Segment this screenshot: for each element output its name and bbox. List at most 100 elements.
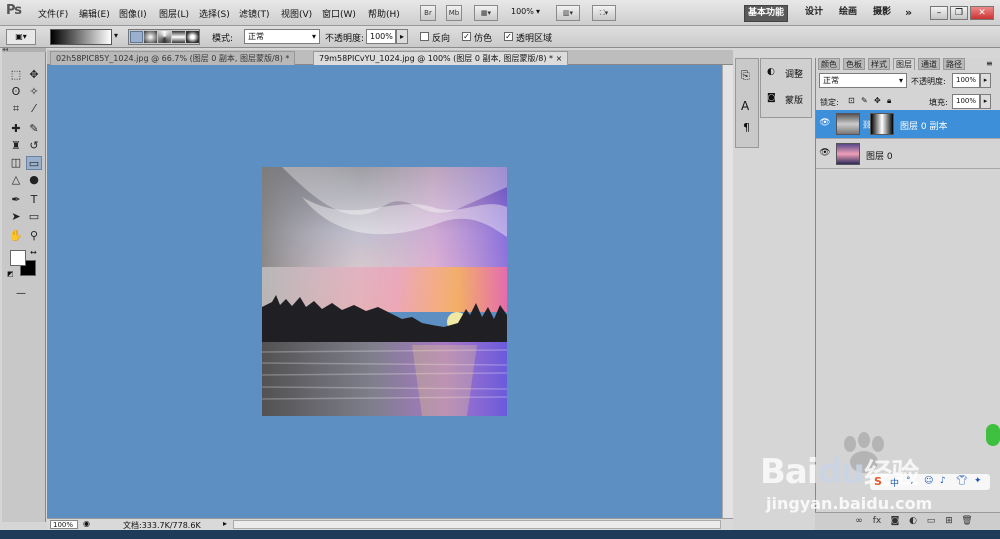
zoom-tool-icon[interactable]: ⚲ — [26, 229, 42, 243]
layer-mask-thumbnail[interactable] — [870, 113, 894, 135]
ime-emoji-icon[interactable]: ☺ — [924, 476, 933, 486]
eraser-tool-icon[interactable]: ◫ — [8, 156, 24, 170]
workspace-more-button[interactable]: » — [902, 5, 915, 22]
menu-help[interactable]: 帮助(H) — [368, 7, 400, 20]
masks-label[interactable]: 蒙版 — [785, 93, 803, 106]
tab-channels[interactable]: 通道 — [918, 58, 940, 70]
horizontal-scrollbar[interactable] — [233, 520, 721, 529]
visibility-eye-icon[interactable]: 👁︎ — [819, 118, 831, 130]
menu-file[interactable]: 文件(F) — [38, 7, 68, 20]
swap-colors-icon[interactable]: ↔ — [30, 248, 37, 257]
reflected-gradient-button[interactable] — [172, 31, 185, 43]
character-panel-icon[interactable]: A — [741, 99, 749, 113]
document-tab-1[interactable]: 02h58PIC85Y_1024.jpg @ 66.7% (图层 0 副本, 图… — [50, 51, 296, 65]
quick-select-tool-icon[interactable]: ✧ — [26, 85, 42, 99]
tool-preset-picker[interactable]: ▣▾ — [6, 29, 36, 45]
vertical-scrollbar[interactable] — [722, 65, 733, 518]
minimize-button[interactable]: – — [930, 6, 948, 20]
ime-voice-icon[interactable]: ♪ — [940, 476, 946, 486]
ime-mode-icon[interactable]: 中 — [890, 476, 899, 489]
radial-gradient-button[interactable] — [144, 31, 157, 43]
hand-tool-icon[interactable]: ✋ — [8, 229, 24, 243]
tab-styles[interactable]: 样式 — [868, 58, 890, 70]
clone-stamp-tool-icon[interactable]: ♜ — [8, 139, 24, 153]
pen-tool-icon[interactable]: ✒ — [8, 193, 24, 207]
zoom-level-input[interactable]: 100% — [50, 520, 78, 529]
reverse-checkbox[interactable] — [420, 32, 429, 41]
visibility-eye-icon[interactable]: 👁︎ — [819, 148, 831, 160]
zoom-chevron-icon[interactable]: ▾ — [536, 7, 540, 16]
move-tool-icon[interactable]: ✥ — [26, 68, 42, 82]
default-colors-icon[interactable]: ◩ — [7, 270, 14, 278]
ime-settings-icon[interactable]: ✦ — [974, 476, 982, 486]
linear-gradient-button[interactable] — [130, 31, 143, 43]
panel-menu-icon[interactable]: ≡ — [986, 59, 993, 68]
eyedropper-tool-icon[interactable]: ⁄ — [26, 102, 42, 116]
mode-select[interactable]: 正常 ▾ — [244, 29, 320, 44]
gradient-tool-icon[interactable]: ▭ — [26, 156, 42, 170]
side-badge[interactable] — [986, 424, 1000, 446]
blend-mode-select[interactable]: 正常 ▾ — [819, 73, 907, 88]
lock-position-icon[interactable]: ✥ — [874, 96, 881, 105]
paragraph-panel-icon[interactable]: ¶ — [743, 121, 750, 134]
crop-tool-icon[interactable]: ⌗ — [8, 102, 24, 116]
lock-transparent-icon[interactable]: ⊡ — [848, 96, 855, 105]
dither-checkbox[interactable]: ✓ — [462, 32, 471, 41]
shape-tool-icon[interactable]: ▭ — [26, 210, 42, 224]
arrange-documents-dropdown[interactable]: ▥▾ — [556, 5, 580, 21]
ime-logo-icon[interactable]: S — [874, 475, 882, 488]
tab-layers[interactable]: 图层 — [893, 58, 915, 70]
lock-all-icon[interactable]: 🔒︎ — [887, 96, 891, 106]
document-tab-2[interactable]: 79m58PICvYU_1024.jpg @ 100% (图层 0 副本, 图层… — [313, 51, 569, 65]
history-panel-icon[interactable]: ⎘ — [741, 69, 750, 83]
lasso-tool-icon[interactable]: ʘ — [8, 85, 24, 99]
diamond-gradient-button[interactable] — [186, 31, 199, 43]
status-menu-arrow-icon[interactable]: ▸ — [223, 519, 227, 528]
angle-gradient-button[interactable] — [158, 31, 171, 43]
menu-edit[interactable]: 编辑(E) — [79, 7, 110, 20]
history-brush-tool-icon[interactable]: ↺ — [26, 139, 42, 153]
zoom-dropdown[interactable]: 100% — [511, 7, 534, 16]
workspace-design-button[interactable]: 设计 — [802, 5, 826, 22]
tab-paths[interactable]: 路径 — [943, 58, 965, 70]
mini-bridge-button[interactable]: Mb — [446, 5, 462, 21]
workspace-photography-button[interactable]: 摄影 — [870, 5, 894, 22]
close-button[interactable]: ✕ — [970, 6, 994, 20]
fill-arrow-icon[interactable]: ▸ — [980, 94, 991, 109]
transparency-checkbox[interactable]: ✓ — [504, 32, 513, 41]
marquee-tool-icon[interactable]: ⬚ — [8, 68, 24, 82]
adjustments-label[interactable]: 调整 — [785, 67, 803, 80]
type-tool-icon[interactable]: T — [26, 193, 42, 207]
tab-swatches[interactable]: 色板 — [843, 58, 865, 70]
path-select-tool-icon[interactable]: ➤ — [8, 210, 24, 224]
tab-color[interactable]: 颜色 — [818, 58, 840, 70]
gradient-editor-swatch[interactable] — [50, 29, 112, 45]
layer-row[interactable]: 👁︎ 图层 0 — [816, 140, 1000, 169]
workspace-painting-button[interactable]: 绘画 — [836, 5, 860, 22]
ime-skin-icon[interactable]: 👕︎ — [956, 476, 967, 486]
layer-opacity-input[interactable]: 100% — [952, 73, 980, 88]
menu-select[interactable]: 选择(S) — [199, 7, 230, 20]
view-extras-dropdown[interactable]: ▦▾ — [474, 5, 498, 21]
menu-layer[interactable]: 图层(L) — [159, 7, 189, 20]
opacity-arrow-icon[interactable]: ▸ — [396, 29, 408, 44]
foreground-color-swatch[interactable] — [10, 250, 26, 266]
lock-image-icon[interactable]: ✎ — [861, 96, 868, 105]
masks-icon[interactable]: ◙ — [767, 93, 776, 103]
blur-tool-icon[interactable]: △ — [8, 173, 24, 187]
layer-row[interactable]: 👁︎ ⛓ 图层 0 副本 — [816, 110, 1000, 139]
healing-brush-tool-icon[interactable]: ✚ — [8, 122, 24, 136]
workspace-basic-button[interactable]: 基本功能 — [744, 5, 789, 22]
adjustments-icon[interactable]: ◐ — [767, 67, 775, 77]
menu-image[interactable]: 图像(I) — [119, 7, 147, 20]
opacity-input[interactable]: 100% — [366, 29, 396, 44]
dodge-tool-icon[interactable]: ● — [26, 173, 42, 187]
ime-toolbar[interactable]: S 中 °, ☺ ♪ 👕︎ ✦ — [870, 474, 990, 490]
gradient-dropdown-icon[interactable]: ▾ — [114, 31, 118, 40]
quick-mask-icon[interactable]: — — [16, 288, 26, 299]
ime-punct-icon[interactable]: °, — [906, 476, 913, 486]
bridge-button[interactable]: Br — [420, 5, 436, 21]
menu-window[interactable]: 窗口(W) — [322, 7, 356, 20]
layer-opacity-arrow-icon[interactable]: ▸ — [980, 73, 991, 88]
document-image[interactable] — [262, 167, 507, 416]
